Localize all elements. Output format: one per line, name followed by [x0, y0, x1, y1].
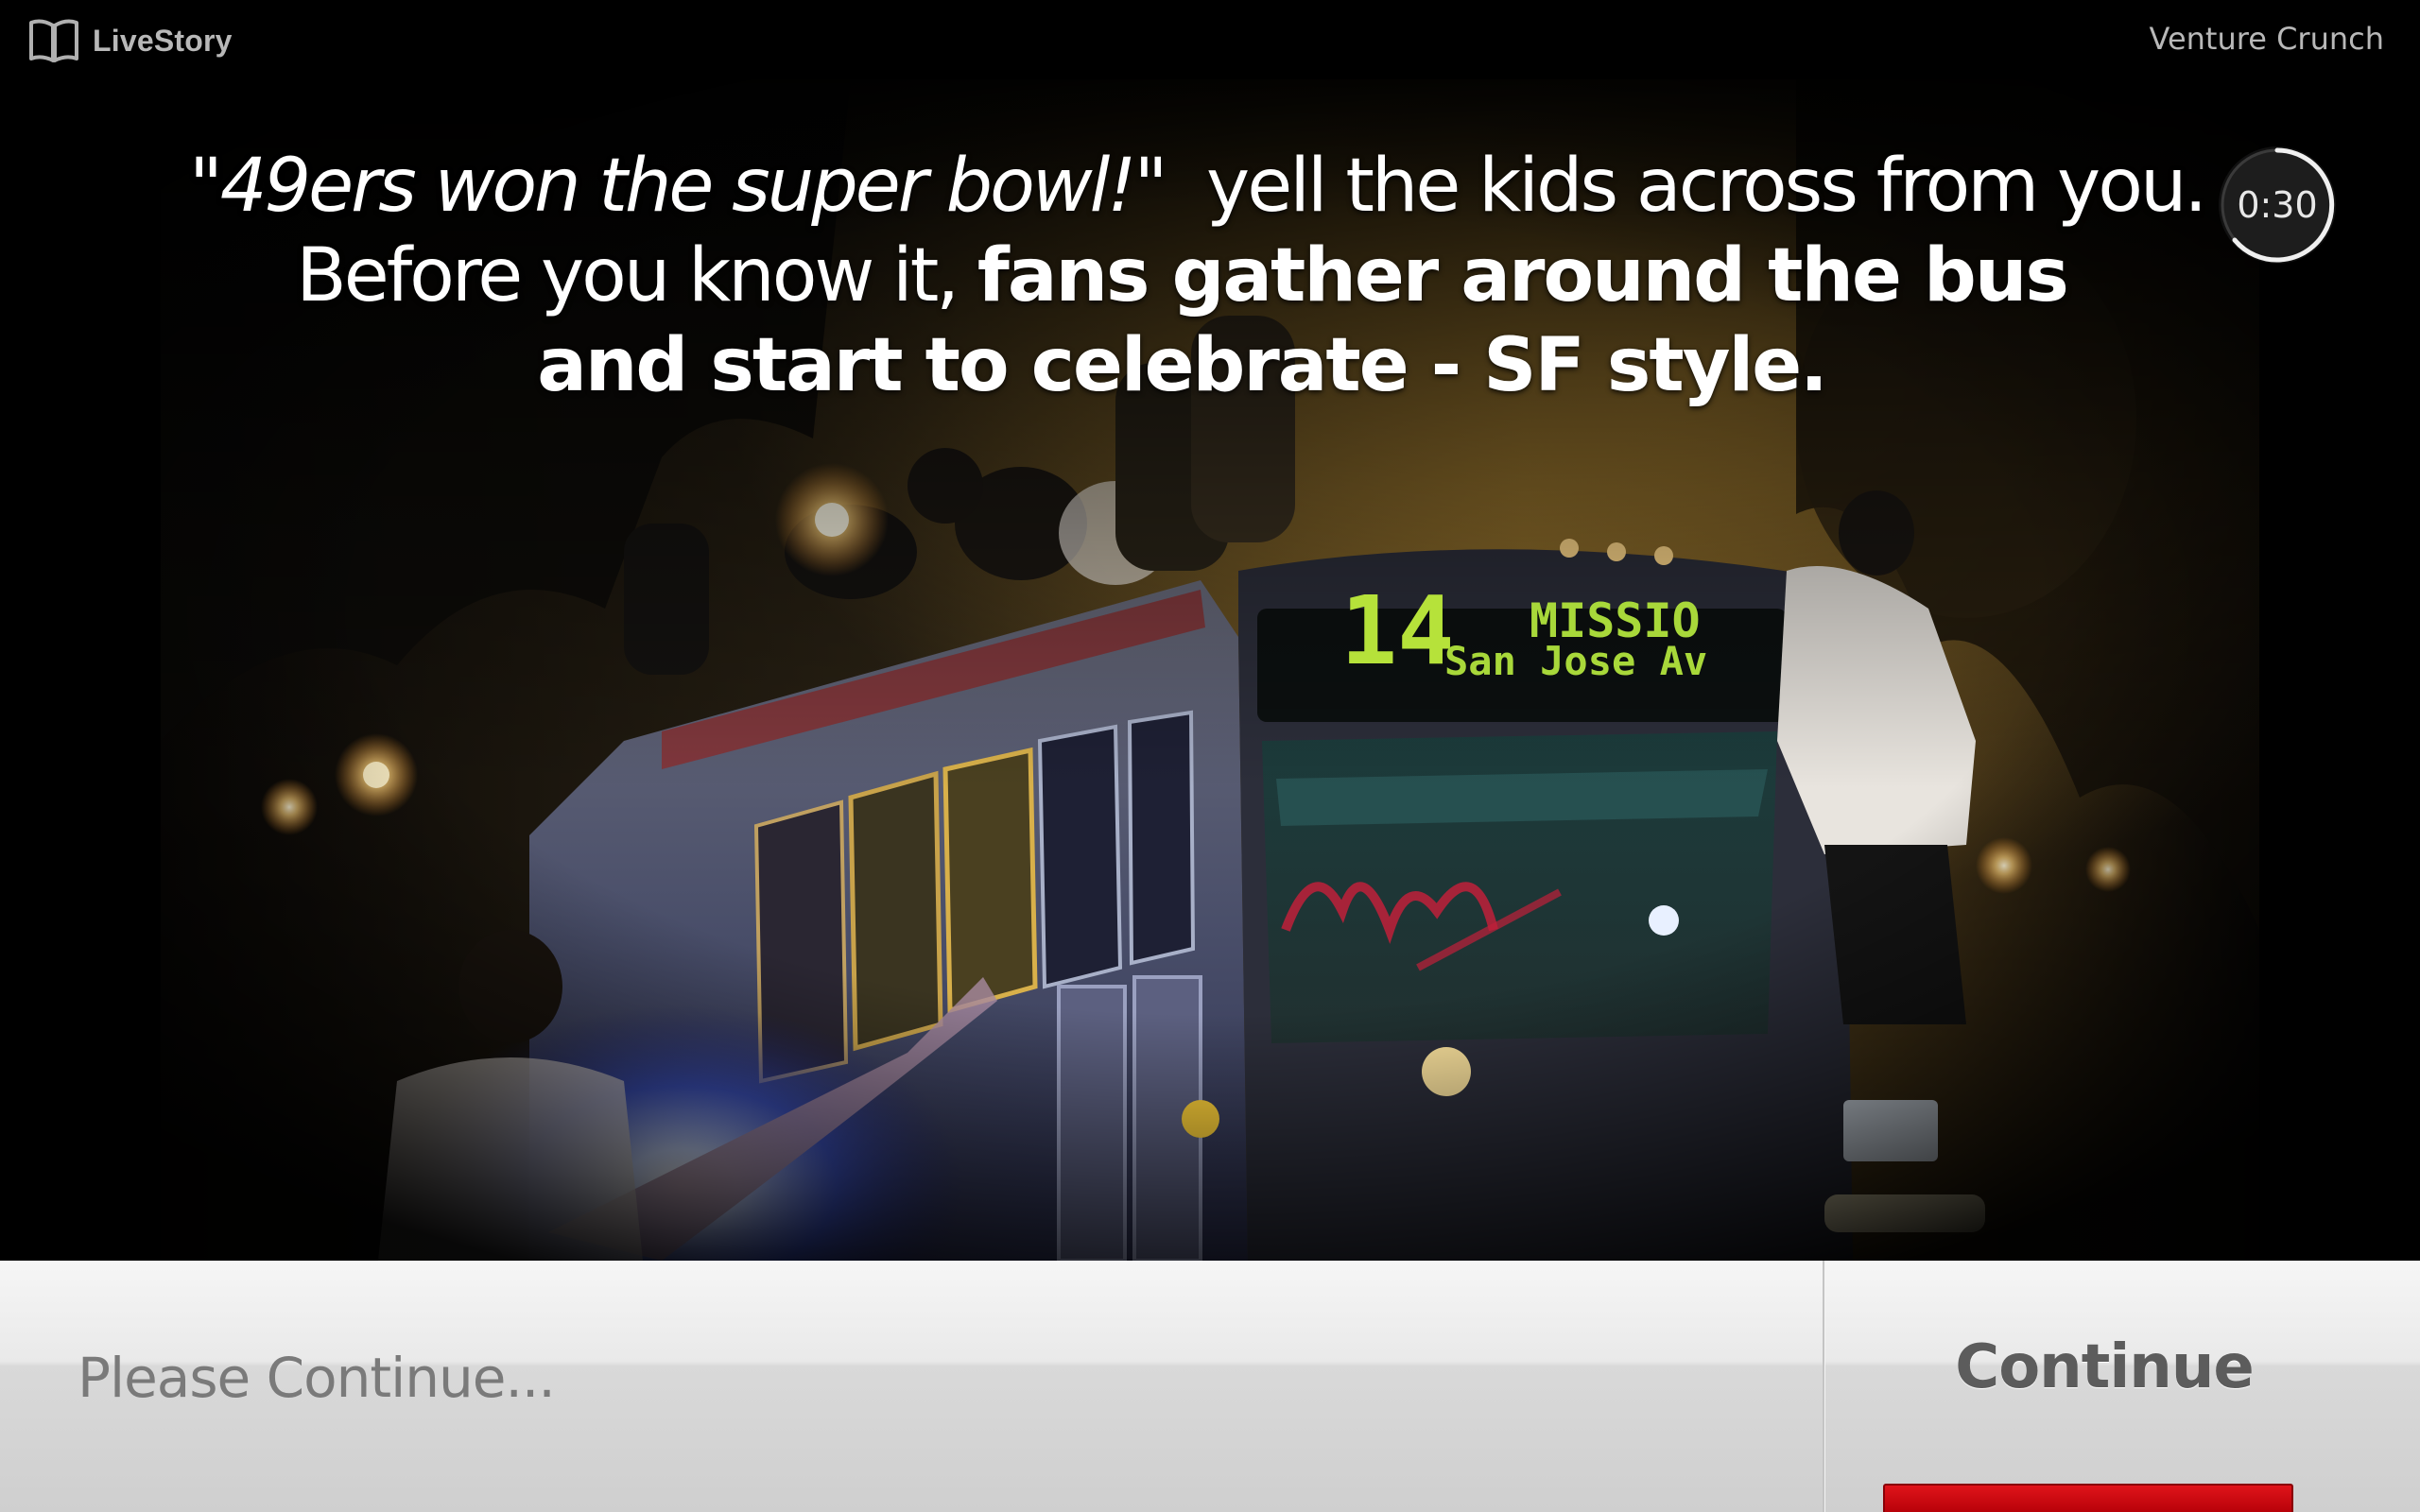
caption-line-1-rest: yell the kids across from you. [1206, 144, 2207, 229]
livestory-app: LiveStory Venture Crunch 14 MISSIO San J… [0, 0, 2420, 1512]
timer-label: 0:30 [2237, 184, 2318, 226]
story-caption: "49ers won the super bowl!" yell the kid… [189, 142, 2207, 411]
bus-destination-bottom: San Jose Av [1444, 638, 1707, 684]
brand-logo[interactable]: LiveStory [28, 17, 233, 64]
continue-button[interactable]: Continue [1824, 1261, 2420, 1512]
continue-label: Continue [1955, 1332, 2255, 1402]
continue-accent-bar [1883, 1484, 2293, 1512]
caption-line-3: and start to celebrate - SF style. [189, 321, 2174, 411]
bottom-bar: Please Continue... Continue [0, 1261, 2420, 1512]
brand-name: LiveStory [93, 23, 233, 58]
caption-line-2-plain: Before you know it, [296, 233, 959, 318]
open-book-icon [29, 19, 78, 62]
publisher-name: Venture Crunch [2149, 21, 2384, 57]
top-bar: LiveStory Venture Crunch [0, 0, 2420, 79]
caption-quote: "49ers won the super bowl!" [189, 144, 1167, 229]
countdown-timer: 0:30 [2216, 144, 2339, 266]
caption-line-2: Before you know it, fans gather around t… [189, 232, 2174, 321]
status-text: Please Continue... [78, 1346, 556, 1410]
bus-route-number: 14 [1340, 576, 1454, 686]
caption-line-1: "49ers won the super bowl!" yell the kid… [189, 142, 2207, 232]
caption-line-3-bold: and start to celebrate - SF style. [537, 323, 1827, 408]
caption-line-2-bold: fans gather around the bus [977, 233, 2069, 318]
